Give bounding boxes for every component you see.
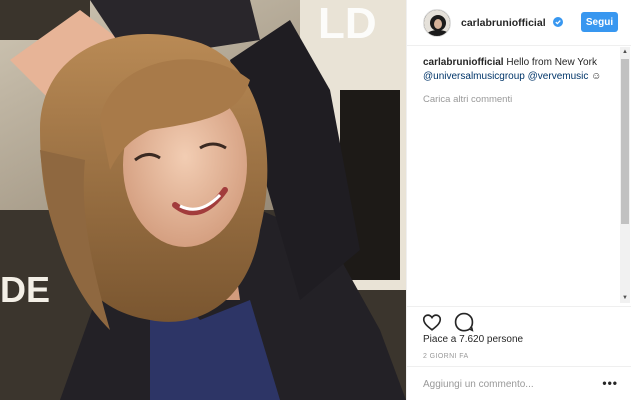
mention-vervemusic[interactable]: @vervemusic: [528, 71, 589, 82]
heart-outline-icon: [422, 314, 442, 331]
caption-author[interactable]: carlabruniofficial: [423, 57, 504, 68]
comments-scrollbar[interactable]: ▲ ▼: [620, 47, 630, 303]
post-photo[interactable]: LD DE: [0, 0, 406, 400]
likes-count[interactable]: Piace a 7.620 persone: [423, 334, 523, 345]
like-button[interactable]: [421, 311, 443, 333]
comment-button[interactable]: [453, 311, 475, 333]
smile-emoji: ☺: [591, 71, 602, 82]
caption-text: Hello from New York: [506, 57, 597, 68]
author-username[interactable]: carlabruniofficial: [461, 16, 563, 29]
comment-input[interactable]: [423, 377, 593, 391]
post-date: 2 GIORNI FA: [423, 353, 469, 360]
mention-universalmusicgroup[interactable]: @universalmusicgroup: [423, 71, 525, 82]
follow-button[interactable]: Segui: [581, 12, 618, 32]
svg-text:DE: DE: [0, 269, 50, 310]
post-caption: carlabruniofficial Hello from New York @…: [423, 56, 617, 84]
load-more-comments-link[interactable]: Carica altri commenti: [423, 93, 617, 107]
more-options-icon[interactable]: •••: [602, 376, 618, 390]
avatar[interactable]: [423, 8, 451, 37]
post-actions: [407, 306, 631, 336]
speech-bubble-icon: [455, 312, 474, 332]
comments-section: carlabruniofficial Hello from New York @…: [423, 56, 617, 306]
post-side-panel: carlabruniofficial Segui carlabrunioffic…: [406, 0, 631, 400]
add-comment-bar: •••: [407, 366, 631, 400]
photo-illustration: LD DE: [0, 0, 406, 400]
svg-text:LD: LD: [318, 0, 377, 48]
scroll-down-arrow-icon[interactable]: ▼: [620, 293, 630, 303]
scroll-thumb[interactable]: [621, 59, 629, 224]
verified-badge-icon: [552, 16, 563, 27]
avatar-image: [424, 9, 450, 36]
scroll-up-arrow-icon[interactable]: ▲: [620, 47, 630, 57]
post-header: carlabruniofficial Segui: [407, 0, 631, 46]
